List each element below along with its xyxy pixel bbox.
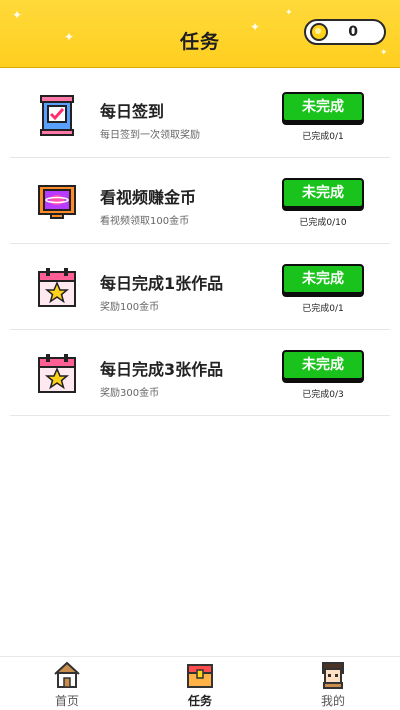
bottom-nav: 首页 任务 我的 — [0, 656, 400, 710]
task-name: 每日签到 — [100, 102, 165, 121]
task-item-complete-3-artworks: 每日完成3张作品 奖励300金币 未完成 已完成0/3 — [10, 330, 390, 416]
nav-home-label: 首页 — [54, 694, 79, 708]
task-description: 奖励300金币 — [100, 388, 160, 399]
task-chest-icon — [187, 664, 213, 688]
task-description: 奖励100金币 — [100, 302, 160, 313]
task-name: 每日完成3张作品 — [100, 360, 224, 379]
tv-video-icon — [38, 185, 76, 219]
task-status-button[interactable]: 未完成 — [282, 350, 364, 380]
nav-tasks-label: 任务 — [187, 694, 212, 708]
task-status-button[interactable]: 未完成 — [282, 92, 364, 122]
home-icon — [54, 661, 80, 688]
task-progress: 已完成0/10 — [299, 218, 347, 228]
task-progress: 已完成0/1 — [302, 132, 344, 142]
nav-tasks[interactable]: 任务 — [165, 661, 235, 710]
sparkle-icon: ✦ — [12, 8, 23, 22]
task-item-watch-video: 看视频赚金币 看视频领取100金币 未完成 已完成0/10 — [10, 158, 390, 244]
task-item-daily-sign-in: 每日签到 每日签到一次领取奖励 未完成 已完成0/1 — [10, 72, 390, 158]
coin-count: 0 — [348, 24, 358, 40]
sign-in-icon — [40, 95, 74, 136]
header-bar: ✦ ✦ ✦ ✦ ✦ 任务 0 — [0, 0, 400, 68]
coin-icon — [310, 23, 328, 41]
task-progress: 已完成0/1 — [302, 304, 344, 314]
avatar-icon — [322, 662, 344, 689]
task-name: 每日完成1张作品 — [100, 274, 224, 293]
sparkle-icon: ✦ — [285, 8, 293, 18]
task-description: 看视频领取100金币 — [100, 216, 190, 227]
calendar-star-icon — [38, 354, 76, 393]
nav-home[interactable]: 首页 — [32, 661, 102, 710]
nav-profile-label: 我的 — [320, 694, 345, 708]
nav-profile[interactable]: 我的 — [298, 661, 368, 710]
task-progress: 已完成0/3 — [302, 390, 344, 400]
coin-balance[interactable]: 0 — [304, 19, 386, 45]
task-item-complete-1-artwork: 每日完成1张作品 奖励100金币 未完成 已完成0/1 — [10, 244, 390, 330]
task-name: 看视频赚金币 — [100, 188, 197, 207]
task-description: 每日签到一次领取奖励 — [100, 130, 200, 141]
task-status-button[interactable]: 未完成 — [282, 178, 364, 208]
calendar-star-icon — [38, 268, 76, 307]
task-status-button[interactable]: 未完成 — [282, 264, 364, 294]
